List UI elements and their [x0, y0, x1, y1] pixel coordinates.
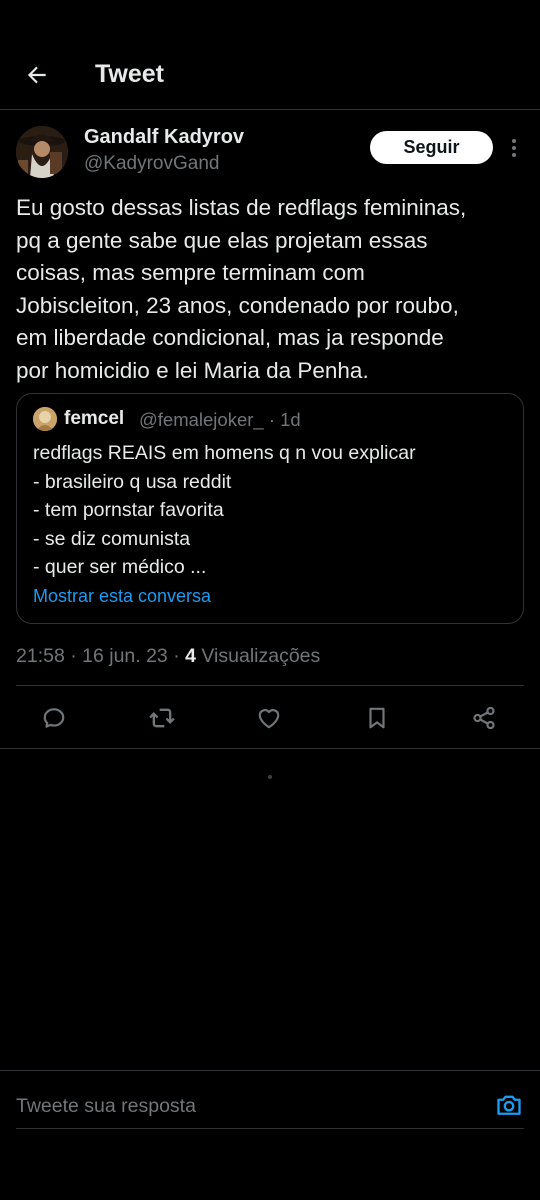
retweet-icon: [149, 708, 175, 728]
quoted-author-name: femcel: [64, 408, 125, 429]
quoted-author-avatar: [33, 407, 57, 431]
actions-divider: [0, 748, 540, 749]
page-title: Tweet: [95, 60, 164, 88]
reply-icon: [43, 708, 65, 728]
arrow-left-icon: [27, 66, 46, 84]
bookmark-button[interactable]: [359, 700, 395, 736]
views-count: 4: [185, 645, 196, 667]
author-avatar[interactable]: [16, 126, 68, 178]
camera-button[interactable]: [493, 1089, 525, 1121]
reply-bar-divider: [0, 1070, 540, 1071]
loading-indicator: [268, 775, 272, 779]
share-icon: [473, 706, 495, 730]
tweet-text: Eu gosto dessas listas de redflags femin…: [16, 195, 467, 383]
views-label: Visualizações: [195, 645, 321, 667]
reply-button[interactable]: [36, 700, 72, 736]
more-options-button[interactable]: [503, 136, 525, 160]
tweet-meta: 21:58 · 16 jun. 23 · 4 Visualizações: [16, 645, 320, 668]
author-handle[interactable]: @KadyrovGand: [84, 153, 219, 175]
quoted-tweet[interactable]: femcel @femalejoker_ · 1d redflags REAIS…: [16, 393, 524, 624]
retweet-button[interactable]: [144, 700, 180, 736]
back-button[interactable]: [18, 56, 56, 94]
quoted-tweet-text: redflags REAIS em homens q n vou explica…: [33, 442, 416, 579]
like-icon: [258, 709, 280, 729]
reply-input-underline: [16, 1128, 524, 1129]
meta-divider: [16, 685, 524, 686]
bookmark-icon: [369, 707, 385, 729]
author-name[interactable]: Gandalf Kadyrov: [84, 126, 244, 149]
reply-input[interactable]: [16, 1090, 476, 1122]
like-button[interactable]: [251, 700, 287, 736]
show-conversation-link[interactable]: Mostrar esta conversa: [33, 586, 211, 607]
follow-button[interactable]: Seguir: [370, 131, 493, 164]
share-button[interactable]: [466, 700, 502, 736]
camera-icon: [497, 1095, 521, 1115]
tweet-timestamp: 21:58 · 16 jun. 23 ·: [16, 645, 186, 667]
quoted-author-handle: @femalejoker_ · 1d: [139, 409, 301, 430]
more-vertical-icon: [512, 139, 516, 157]
top-app-bar: Tweet: [0, 0, 540, 110]
